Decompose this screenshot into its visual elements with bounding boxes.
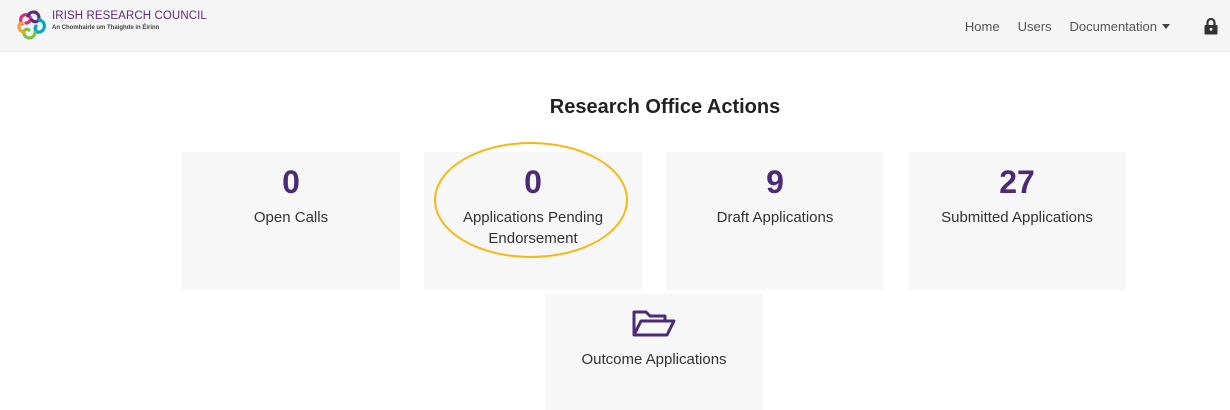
top-navbar: IRISH RESEARCH COUNCIL An Chomhairle um … [0,0,1230,52]
nav-documentation-dropdown[interactable]: Documentation [1070,19,1170,34]
brand[interactable]: IRISH RESEARCH COUNCIL An Chomhairle um … [14,8,207,44]
draft-applications-count: 9 [766,164,784,200]
folder-open-icon [632,310,676,337]
card-submitted-applications[interactable]: 27 Submitted Applications [908,152,1126,290]
draft-applications-label: Draft Applications [716,209,834,226]
pending-endorsement-label: Applications Pending Endorsement [462,209,604,247]
brand-subtitle: An Chomhairle um Thaighde in Éirinn [52,24,160,31]
card-draft-applications[interactable]: 9 Draft Applications [666,152,884,290]
nav-links: Home Users Documentation [947,0,1170,52]
nav-users-link[interactable]: Users [1018,19,1052,34]
caret-down-icon [1162,23,1170,29]
nav-home-link[interactable]: Home [965,19,1000,34]
card-outcome-applications[interactable]: Outcome Applications [545,294,763,410]
brand-name: IRISH RESEARCH COUNCIL [52,10,207,22]
card-applications-pending-endorsement[interactable]: 0 Applications Pending Endorsement [424,152,642,290]
brand-text: IRISH RESEARCH COUNCIL An Chomhairle um … [52,10,207,31]
submitted-applications-count: 27 [999,164,1035,200]
irish-research-council-logo-icon [17,10,46,40]
nav-documentation-label: Documentation [1069,18,1157,34]
outcome-applications-label: Outcome Applications [581,351,727,368]
card-open-calls[interactable]: 0 Open Calls [182,152,400,290]
pending-endorsement-count: 0 [524,164,542,200]
submitted-applications-label: Submitted Applications [941,209,1093,226]
lock-icon[interactable] [1204,17,1218,35]
open-calls-label: Open Calls [253,209,329,226]
page-title: Research Office Actions [549,96,781,118]
open-calls-count: 0 [282,164,300,200]
